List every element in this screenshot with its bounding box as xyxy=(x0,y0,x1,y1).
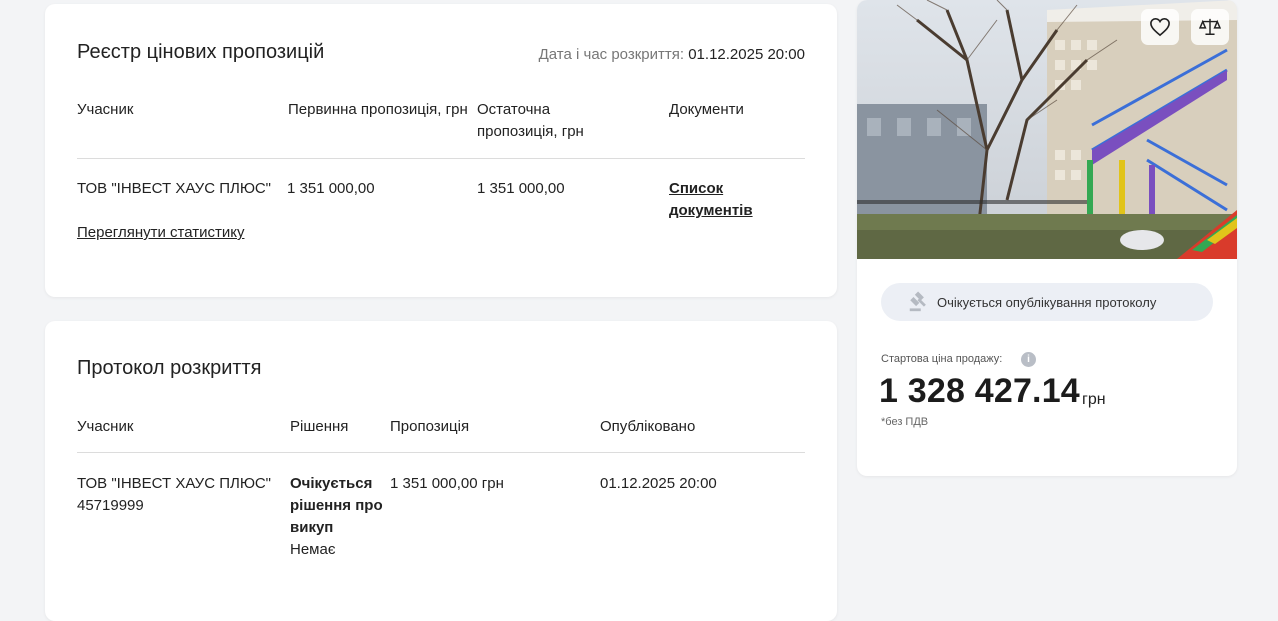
compare-button[interactable] xyxy=(1191,9,1229,45)
final-offer-value: 1 351 000,00 xyxy=(477,180,565,197)
view-statistics-link[interactable]: Переглянути статистику xyxy=(77,222,244,244)
divider xyxy=(77,452,805,453)
registry-title: Реєстр цінових пропозицій xyxy=(77,41,325,63)
col-decision: Рішення xyxy=(290,418,349,435)
scales-icon xyxy=(1199,18,1221,35)
lot-summary-card: Очікується опублікування протоколу Старт… xyxy=(857,0,1237,476)
decision-note: Немає xyxy=(290,541,336,558)
registry-card: Реєстр цінових пропозицій Дата і час роз… xyxy=(45,4,837,297)
favorite-button[interactable] xyxy=(1141,9,1179,45)
info-icon[interactable]: i xyxy=(1021,352,1036,367)
status-text: Очікується опублікування протоколу xyxy=(937,294,1157,310)
col-participant: Учасник xyxy=(77,418,134,435)
col-offer: Пропозиція xyxy=(390,418,470,435)
price-note: *без ПДВ xyxy=(881,416,929,428)
initial-offer-value: 1 351 000,00 xyxy=(287,180,375,197)
col-published: Опубліковано xyxy=(600,418,696,435)
divider xyxy=(77,158,805,159)
participant-name: ТОВ "ІНВЕСТ ХАУС ПЛЮС" xyxy=(77,180,271,197)
published-datetime: 01.12.2025 20:00 xyxy=(600,475,717,492)
offer-value: 1 351 000,00 грн xyxy=(390,475,504,492)
status-badge: Очікується опублікування протоколу xyxy=(881,283,1213,321)
opening-datetime: Дата і час розкриття: 01.12.2025 20:00 xyxy=(539,46,805,63)
opening-label: Дата і час розкриття: xyxy=(538,46,685,63)
lot-photo[interactable] xyxy=(857,0,1237,259)
documents-link[interactable]: Список документів xyxy=(669,178,765,222)
col-documents: Документи xyxy=(669,101,744,118)
heart-icon xyxy=(1150,17,1170,37)
opening-value: 01.12.2025 20:00 xyxy=(688,46,805,63)
col-final-offer: Остаточна пропозиція, грн xyxy=(477,101,584,140)
col-participant: Учасник xyxy=(77,101,134,118)
starting-price-label: Стартова ціна продажу: xyxy=(881,353,1003,365)
decision-status: Очікується рішення про викуп xyxy=(290,475,383,536)
col-initial-offer: Первинна пропозиція, грн xyxy=(288,101,468,118)
price-currency: грн xyxy=(1082,391,1106,408)
participant-name: ТОВ "ІНВЕСТ ХАУС ПЛЮС" xyxy=(77,475,271,492)
gavel-icon xyxy=(909,291,926,312)
protocol-title: Протокол розкриття xyxy=(77,357,262,379)
participant-id: 45719999 xyxy=(77,497,144,514)
protocol-card: Протокол розкриття Учасник Рішення Пропо… xyxy=(45,321,837,621)
starting-price-value: 1 328 427.14 xyxy=(879,372,1080,410)
